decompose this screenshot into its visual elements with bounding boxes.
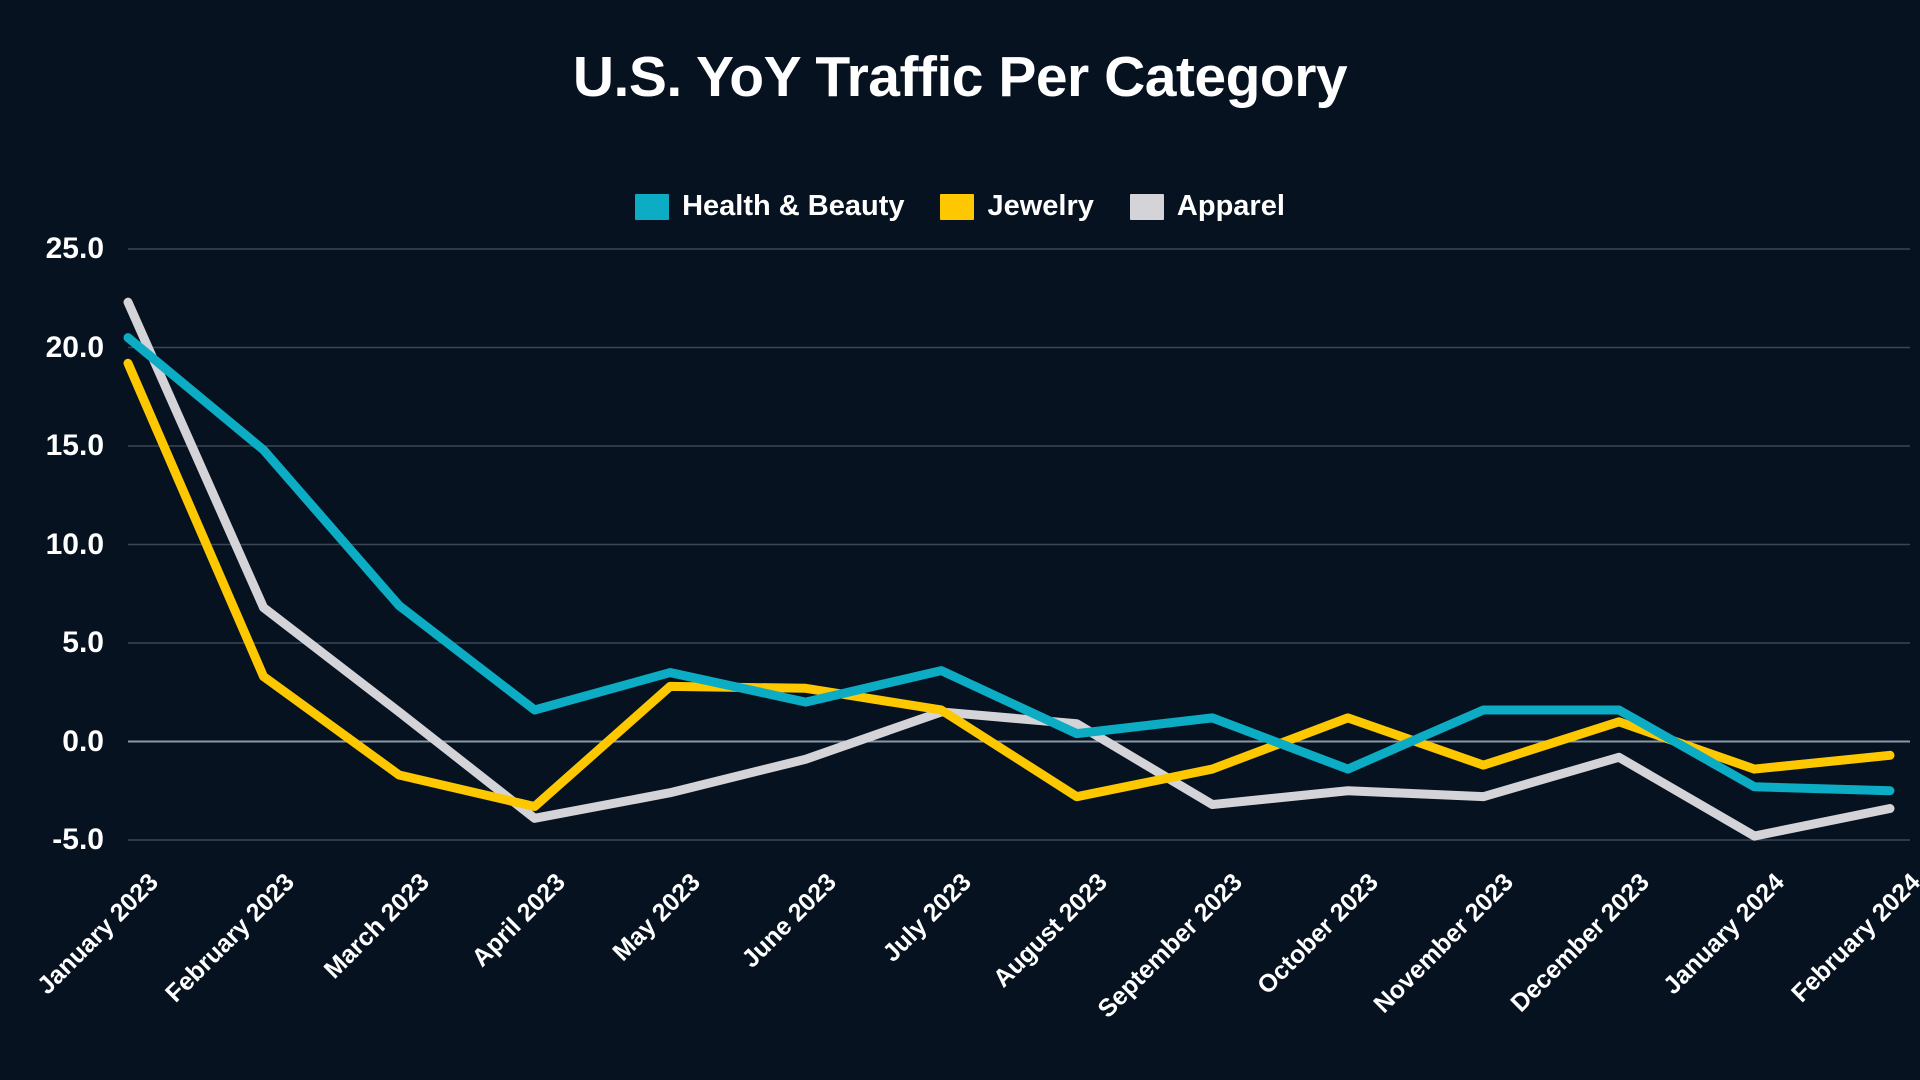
chart-page: U.S. YoY Traffic Per Category Health & B…: [0, 0, 1920, 1080]
y-axis-tick-label: 15.0: [45, 429, 104, 462]
y-axis-tick-label: 0.0: [62, 724, 104, 758]
y-axis-tick-label: 10.0: [45, 527, 104, 561]
y-axis-tick-label: -5.0: [52, 823, 104, 856]
line-chart-svg: [123, 248, 1910, 841]
y-axis-tick-label: 20.0: [45, 330, 104, 364]
y-axis-tick-label: 5.0: [62, 626, 104, 659]
series-line[interactable]: [123, 358, 1895, 812]
plot-area: 25.0 20.0 15.0 10.0 5.0 0.0 -5.0 January 2023 Fe…: [0, 0, 1920, 1080]
y-axis-tick-label: 25.0: [45, 232, 104, 265]
